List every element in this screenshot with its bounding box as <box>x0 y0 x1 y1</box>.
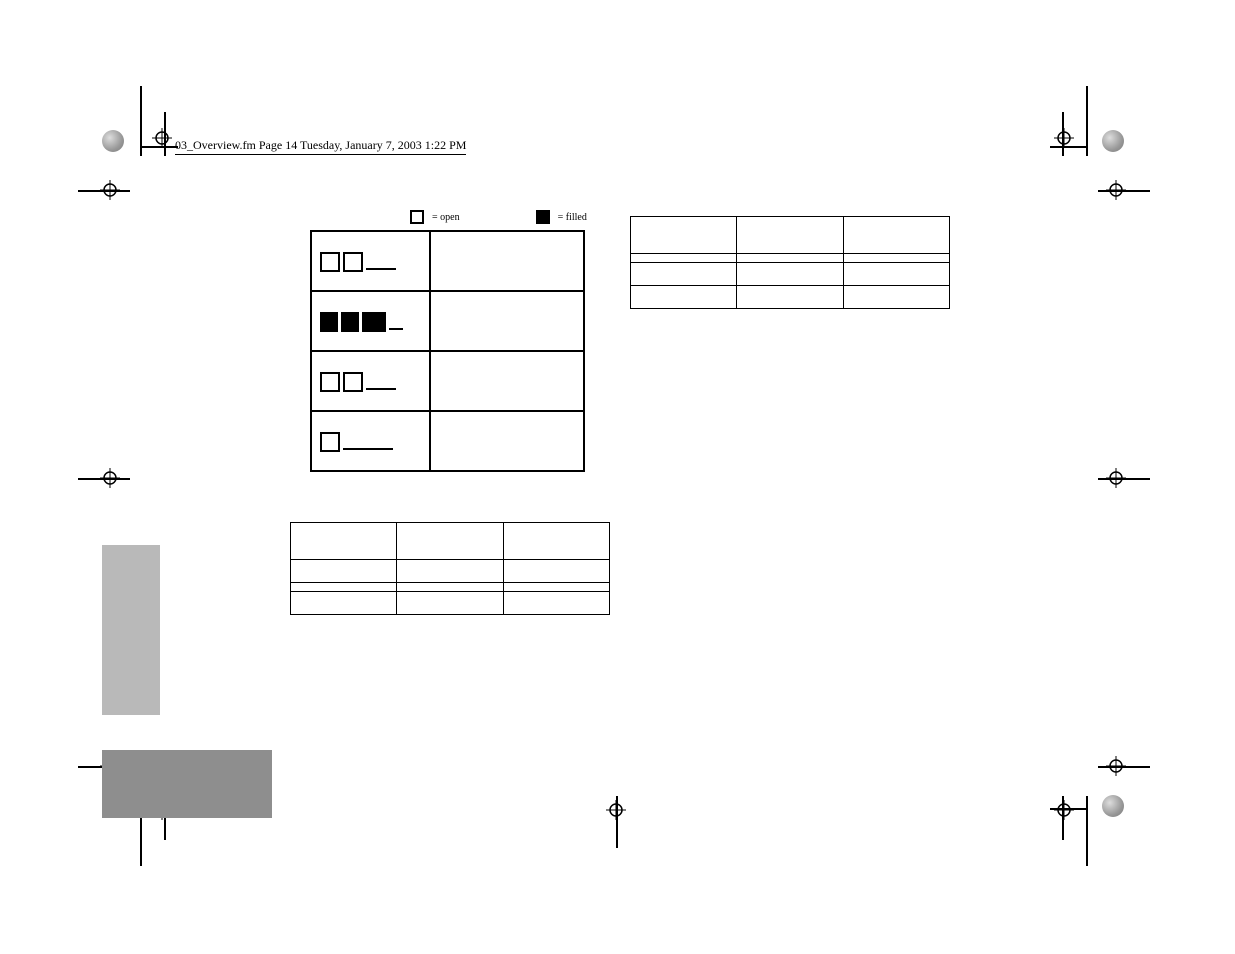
crop-rule <box>1050 808 1086 810</box>
table-row <box>631 263 950 286</box>
pattern-desc <box>430 231 584 291</box>
table-row <box>311 351 584 411</box>
cell <box>737 286 843 309</box>
registration-mark-icon <box>1102 795 1122 815</box>
col-header <box>503 523 609 560</box>
col-header <box>397 523 503 560</box>
table-row <box>291 523 610 560</box>
table-row <box>311 291 584 351</box>
cell <box>291 560 397 583</box>
col-header <box>737 217 843 254</box>
cell <box>843 286 949 309</box>
pattern-desc <box>430 411 584 471</box>
right-column <box>630 210 950 309</box>
crop-rule <box>1086 86 1088 156</box>
legend-open-label: = open <box>432 212 460 223</box>
crosshair-icon <box>100 468 120 488</box>
col-header <box>843 217 949 254</box>
battery-bars-icon <box>320 250 421 272</box>
cell <box>631 286 737 309</box>
pattern-desc <box>430 351 584 411</box>
table-row <box>631 217 950 254</box>
legend-filled-label: = filled <box>558 212 587 223</box>
crosshair-icon <box>1054 128 1074 148</box>
cell <box>291 583 397 592</box>
cell <box>737 263 843 286</box>
cell <box>737 254 843 263</box>
table-row <box>631 254 950 263</box>
pattern-desc <box>430 291 584 351</box>
crosshair-icon <box>1106 756 1126 776</box>
cell <box>503 592 609 615</box>
table-row <box>311 411 584 471</box>
battery-pattern-table <box>310 230 585 472</box>
table-row <box>291 560 610 583</box>
filled-square-icon <box>536 210 550 224</box>
crosshair-icon <box>1106 468 1126 488</box>
table-row <box>311 231 584 291</box>
side-tab <box>102 750 272 818</box>
cell <box>843 263 949 286</box>
registration-mark-icon <box>1102 130 1122 150</box>
table-row <box>291 592 610 615</box>
col-header <box>291 523 397 560</box>
cell <box>397 583 503 592</box>
crosshair-icon <box>100 180 120 200</box>
cell <box>503 583 609 592</box>
cell <box>397 592 503 615</box>
cell <box>843 254 949 263</box>
table-row <box>291 583 610 592</box>
table-row <box>631 286 950 309</box>
battery-capacity-table <box>290 522 610 615</box>
battery-bars-icon <box>320 310 421 332</box>
open-square-icon <box>410 210 424 224</box>
cell <box>397 560 503 583</box>
crop-rule <box>1050 146 1086 148</box>
crosshair-icon <box>152 128 172 148</box>
page-header-meta: 03_Overview.fm Page 14 Tuesday, January … <box>175 138 466 155</box>
crosshair-icon <box>1054 800 1074 820</box>
battery-bars-icon <box>320 430 421 452</box>
legend: = open = filled <box>410 210 600 224</box>
battery-bars-icon <box>320 370 421 392</box>
cell <box>291 592 397 615</box>
side-tab <box>102 545 160 715</box>
cell <box>631 254 737 263</box>
left-column: = open = filled <box>290 210 600 615</box>
crop-rule <box>142 146 178 148</box>
crop-rule <box>1086 796 1088 866</box>
ink-level-table <box>630 216 950 309</box>
crosshair-icon <box>606 800 626 820</box>
cell <box>503 560 609 583</box>
registration-mark-icon <box>102 130 122 150</box>
col-header <box>631 217 737 254</box>
cell <box>631 263 737 286</box>
crosshair-icon <box>1106 180 1126 200</box>
